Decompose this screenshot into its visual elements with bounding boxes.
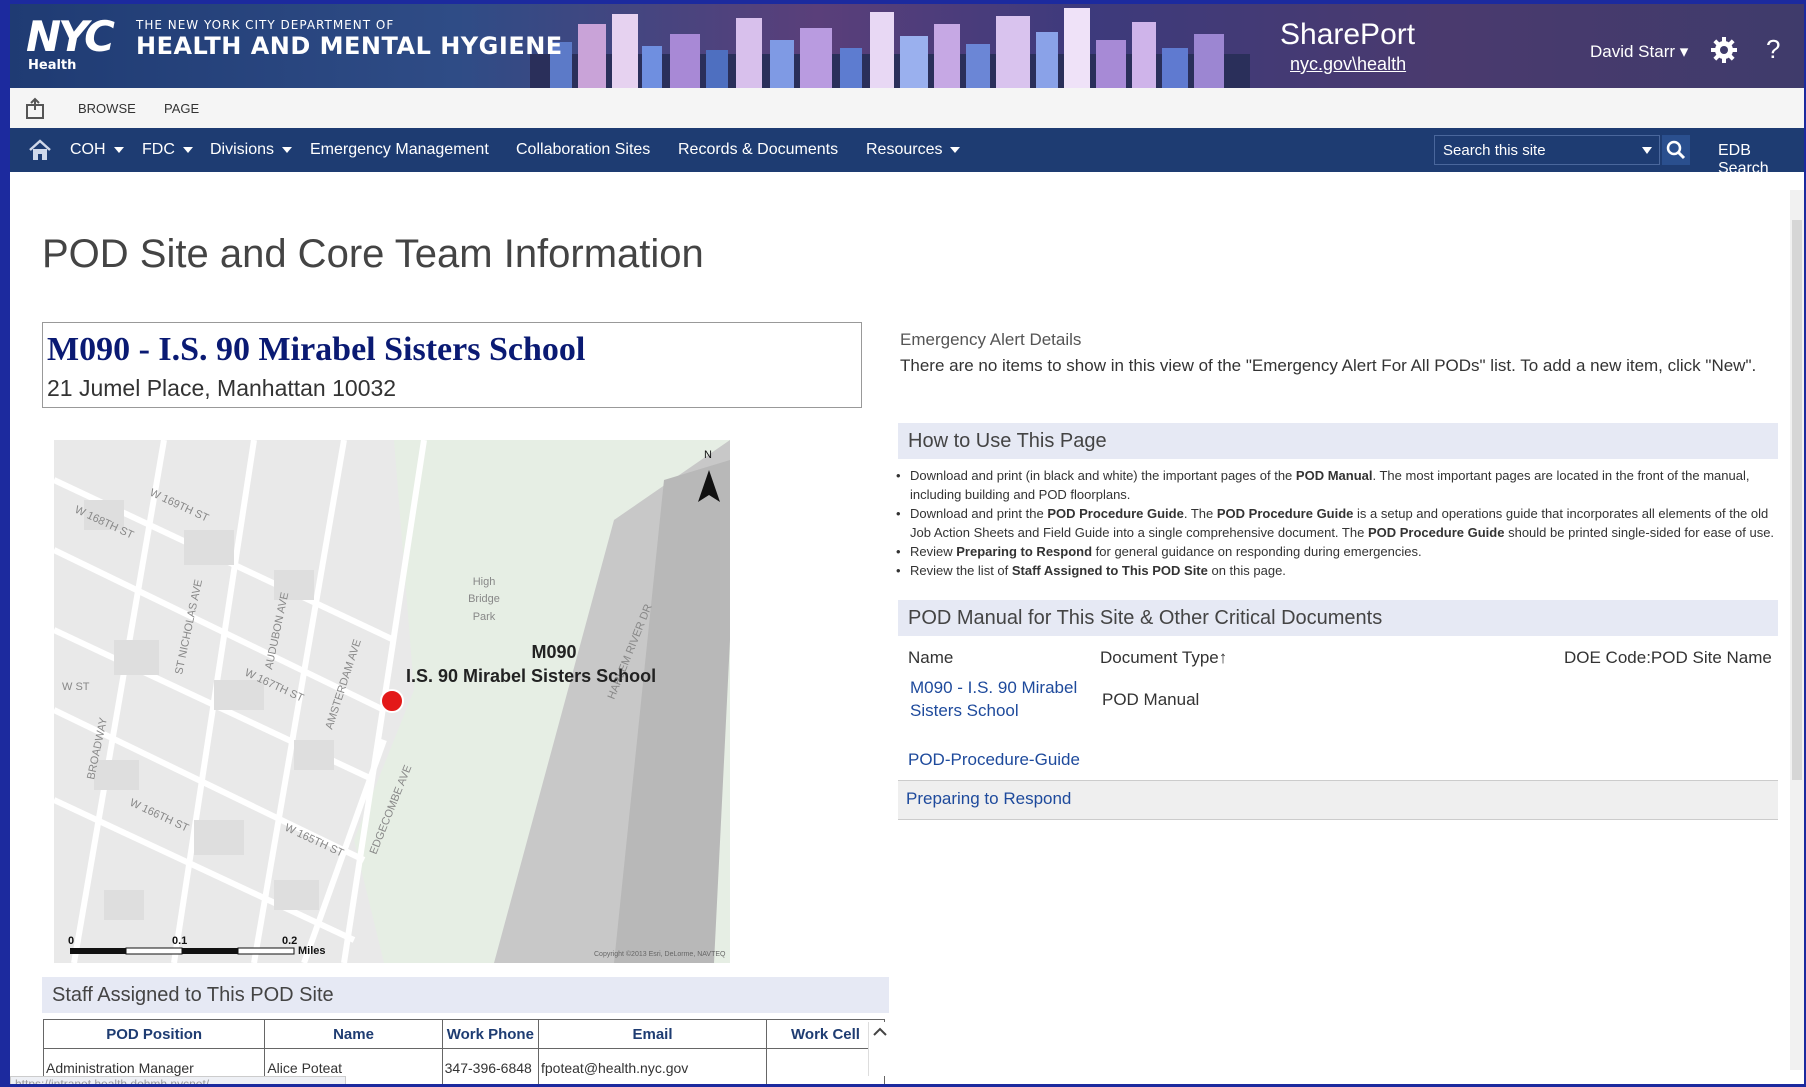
column-header[interactable]: Work Cell	[766, 1019, 885, 1049]
staff-table: POD Position Name Work Phone Email Work …	[42, 1019, 885, 1084]
doc-link-procedure-guide[interactable]: POD-Procedure-Guide	[908, 748, 1080, 771]
staff-phone: 347-396-6848	[441, 1048, 540, 1084]
nav-item-coh[interactable]: COH	[70, 141, 124, 159]
staff-section-header: Staff Assigned to This POD Site	[42, 977, 889, 1013]
chevron-down-icon	[182, 146, 193, 153]
marker-code: M090	[531, 642, 576, 662]
nav-item-divisions[interactable]: Divisions	[210, 141, 293, 159]
scale-label: 0.1	[172, 935, 187, 947]
column-header[interactable]: Email	[537, 1019, 768, 1049]
app-home-link[interactable]: nyc.gov\health	[1290, 54, 1406, 75]
search-placeholder: Search this site	[1443, 142, 1546, 159]
site-info-box: M090 - I.S. 90 Mirabel Sisters School 21…	[42, 322, 862, 408]
chevron-down-icon	[950, 146, 961, 153]
doc-type-value: POD Manual	[1102, 690, 1200, 709]
nyc-logo-sub: Health	[28, 58, 77, 73]
docs-col-type[interactable]: Document Type↑	[1100, 648, 1227, 668]
docs-col-name[interactable]: Name	[908, 648, 953, 668]
search-scope-dropdown[interactable]	[1642, 147, 1652, 154]
nyc-logo[interactable]: NYC	[26, 16, 115, 58]
dept-name-line2: HEALTH AND MENTAL HYGIENE	[136, 32, 563, 60]
docs-title: POD Manual for This Site & Other Critica…	[908, 607, 1383, 629]
ribbon-tab-page[interactable]: PAGE	[164, 101, 199, 116]
site-banner: NYC Health THE NEW YORK CITY DEPARTMENT …	[10, 4, 1804, 88]
table-scrollbar[interactable]	[868, 1022, 891, 1076]
site-marker[interactable]	[380, 689, 404, 713]
park-label: High	[473, 576, 496, 588]
street-label: W ST	[62, 681, 90, 693]
site-name: M090 - I.S. 90 Mirabel Sisters School	[47, 331, 586, 368]
site-map[interactable]: W 169TH ST W 168TH ST W 167TH ST W 165TH…	[54, 440, 730, 963]
scale-unit: Miles	[298, 945, 326, 957]
alert-title: Emergency Alert Details	[900, 330, 1082, 349]
staff-email[interactable]: fpoteat@health.nyc.gov	[537, 1048, 768, 1084]
user-menu[interactable]: David Starr ▾	[1590, 42, 1688, 62]
staff-table-header-row: POD Position Name Work Phone Email Work …	[42, 1019, 885, 1049]
list-item: Review Preparing to Respond for general …	[896, 542, 1778, 561]
docs-header: POD Manual for This Site & Other Critica…	[898, 600, 1778, 636]
preparing-to-respond-bar: Preparing to Respond	[898, 780, 1778, 820]
doc-link-pod-manual[interactable]: M090 - I.S. 90 Mirabel Sisters School	[910, 676, 1077, 722]
alert-text: There are no items to show in this view …	[900, 356, 1757, 375]
status-bar-url: https://intranet.health.dohmh.nycnet/	[10, 1076, 346, 1084]
nav-item-fdc[interactable]: FDC	[142, 141, 193, 159]
page-title: POD Site and Core Team Information	[42, 232, 704, 276]
ribbon-tab-browse[interactable]: BROWSE	[78, 101, 136, 116]
scale-label: 0.2	[282, 935, 297, 947]
chevron-up-icon[interactable]	[869, 1022, 891, 1042]
nav-label: Resources	[866, 141, 943, 158]
north-label: N	[704, 449, 712, 461]
preparing-to-respond-link[interactable]: Preparing to Respond	[906, 789, 1071, 809]
skyline-graphic	[530, 8, 1250, 88]
column-header[interactable]: Name	[264, 1019, 443, 1049]
browser-frame: NYC Health THE NEW YORK CITY DEPARTMENT …	[10, 4, 1804, 1084]
help-icon[interactable]: ?	[1766, 34, 1780, 65]
list-item: Download and print the POD Procedure Gui…	[896, 504, 1778, 542]
chevron-down-icon	[282, 146, 293, 153]
ribbon-bar: BROWSE PAGE	[10, 88, 1804, 129]
howto-list: Download and print (in black and white) …	[896, 466, 1778, 580]
staff-section-title: Staff Assigned to This POD Site	[52, 984, 334, 1006]
search-input[interactable]: Search this site	[1434, 135, 1660, 165]
page-scrollbar[interactable]	[1790, 190, 1804, 1070]
park-label: Park	[473, 611, 496, 623]
doc-link-line: M090 - I.S. 90 Mirabel	[910, 678, 1078, 697]
nav-item-collaboration-sites[interactable]: Collaboration Sites	[516, 141, 650, 159]
nav-item-resources[interactable]: Resources	[866, 141, 961, 159]
nav-label: Records & Documents	[678, 141, 839, 158]
staff-cell	[766, 1048, 885, 1084]
search-icon[interactable]	[1662, 135, 1690, 165]
nav-item-emergency-management[interactable]: Emergency Management	[310, 141, 489, 159]
nav-label: COH	[70, 141, 106, 158]
docs-col-site[interactable]: DOE Code:POD Site Name	[1564, 648, 1772, 668]
top-nav: COH FDC Divisions Emergency Management C…	[10, 128, 1804, 177]
map-copyright: Copyright ©2013 Esri, DeLorme, NAVTEQ	[594, 950, 726, 958]
site-address: 21 Jumel Place, Manhattan 10032	[47, 375, 397, 401]
scale-label: 0	[68, 935, 74, 947]
doc-link-line: Sisters School	[910, 701, 1019, 720]
gear-icon[interactable]	[1710, 36, 1738, 64]
dept-name-line1: THE NEW YORK CITY DEPARTMENT OF	[136, 18, 395, 32]
share-icon[interactable]	[24, 96, 48, 120]
column-header[interactable]: POD Position	[42, 1019, 266, 1049]
chevron-down-icon	[113, 146, 124, 153]
map-graphic: W 169TH ST W 168TH ST W 167TH ST W 165TH…	[54, 440, 730, 963]
scrollbar-thumb[interactable]	[1792, 220, 1802, 780]
list-item: Review the list of Staff Assigned to Thi…	[896, 561, 1778, 580]
column-header[interactable]: Work Phone	[441, 1019, 540, 1049]
howto-title: How to Use This Page	[908, 430, 1107, 452]
marker-name: I.S. 90 Mirabel Sisters School	[406, 666, 656, 686]
app-title: SharePort	[1280, 18, 1416, 51]
park-label: Bridge	[468, 593, 500, 605]
nav-label: FDC	[142, 141, 175, 158]
nav-label: Emergency Management	[310, 141, 489, 158]
home-icon[interactable]	[28, 139, 52, 161]
nav-label: Collaboration Sites	[516, 141, 651, 158]
list-item: Download and print (in black and white) …	[896, 466, 1778, 504]
howto-header: How to Use This Page	[898, 423, 1778, 459]
nav-label: Divisions	[210, 141, 275, 158]
nav-item-records-documents[interactable]: Records & Documents	[678, 141, 838, 159]
edb-search-link[interactable]: EDB Search	[1718, 142, 1804, 178]
